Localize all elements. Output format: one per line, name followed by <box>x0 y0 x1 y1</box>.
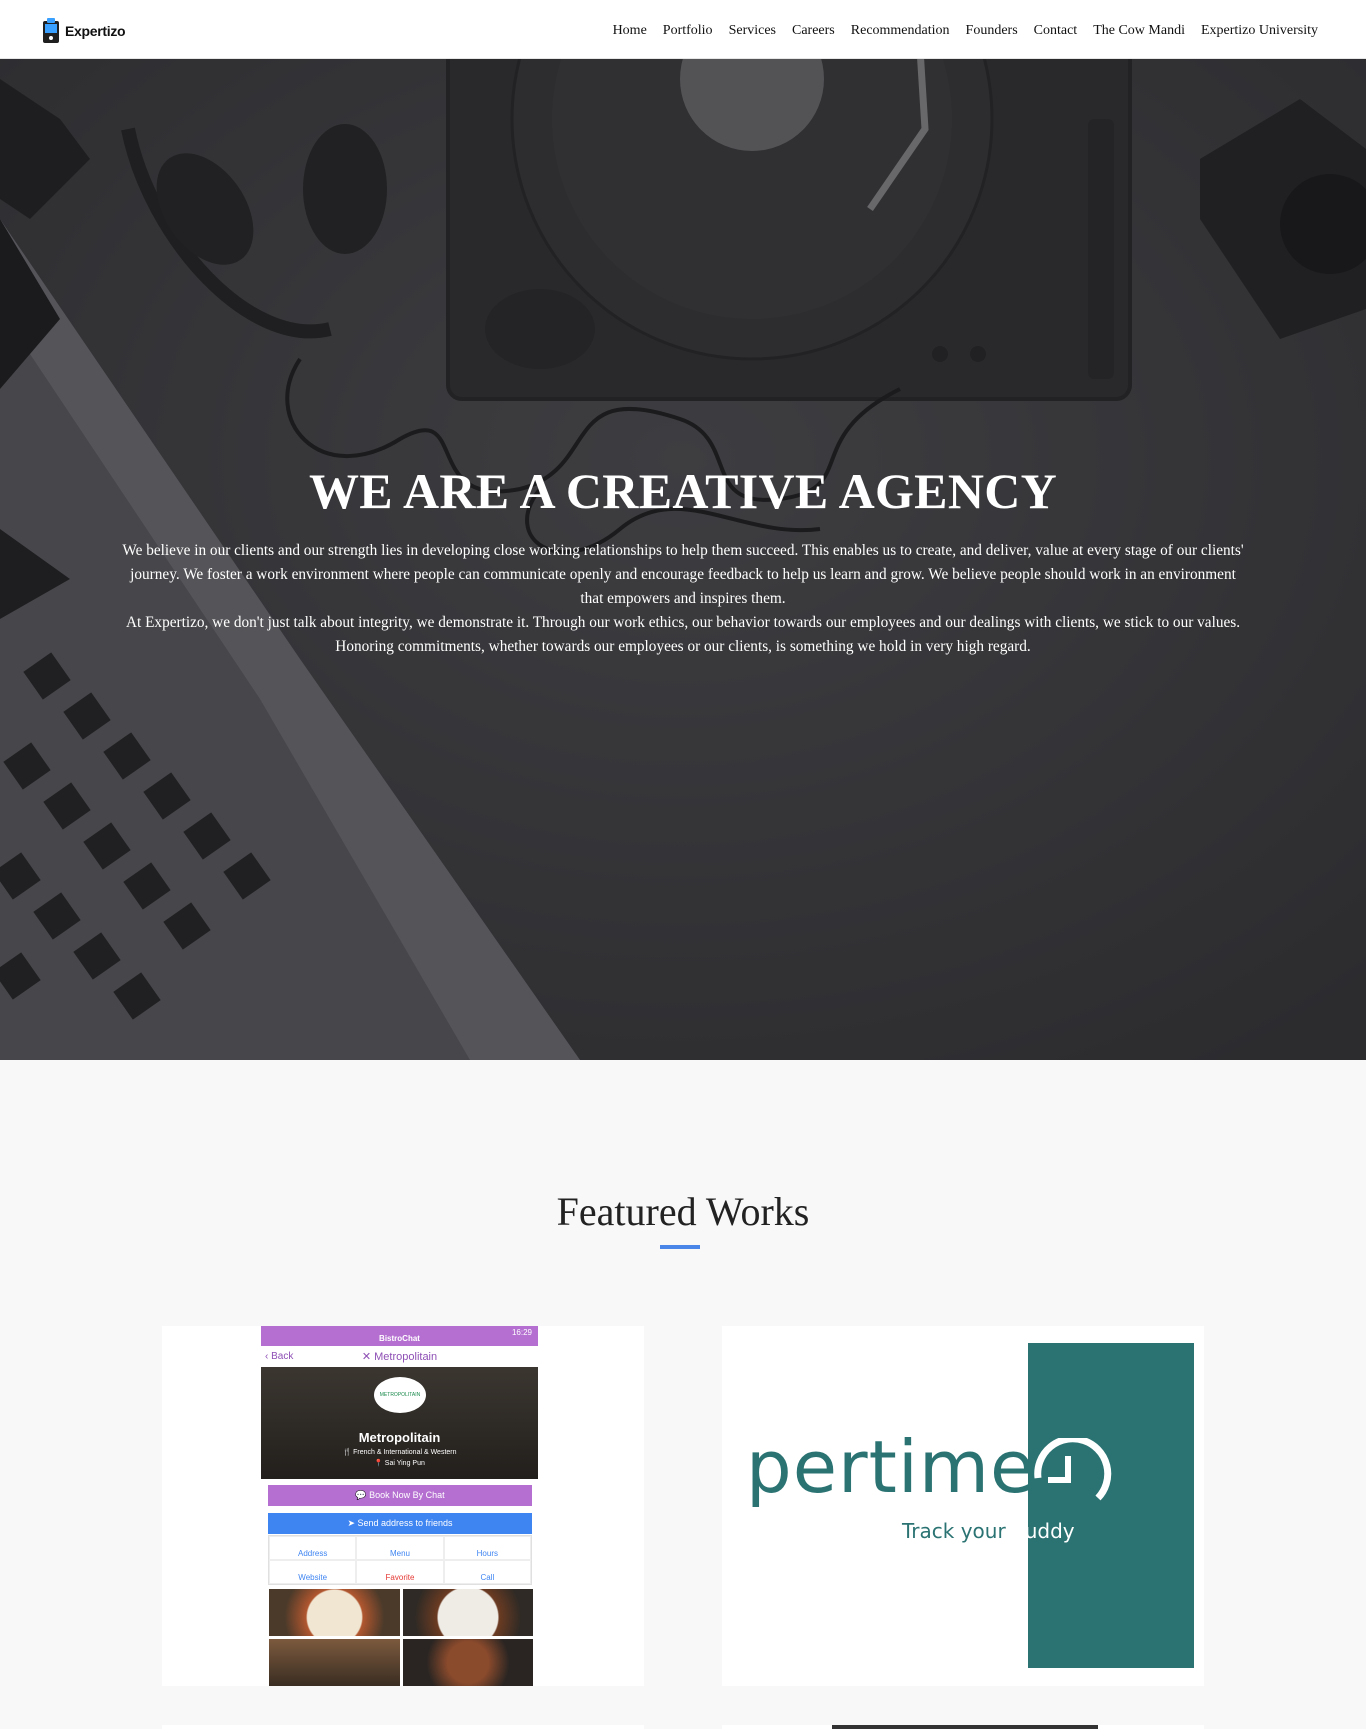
main-nav: Home Portfolio Services Careers Recommen… <box>613 23 1318 39</box>
phone-screen-title: ✕ Metropolitain <box>361 1351 438 1363</box>
pertime-logo-word: pertime <box>746 1425 1036 1509</box>
food-photo <box>402 1639 533 1686</box>
featured-work-pertime[interactable]: pertime Track your buddy <box>722 1326 1204 1686</box>
nav-services[interactable]: Services <box>729 23 776 39</box>
book-button-label: Book Now By Chat <box>369 1490 445 1500</box>
nav-careers[interactable]: Careers <box>792 23 835 39</box>
restaurant-name: Metropolitain <box>358 1430 441 1445</box>
hero-title: WE ARE A CREATIVE AGENCY <box>308 463 1058 519</box>
food-photo <box>269 1589 400 1636</box>
screen-title-text: Metropolitain <box>374 1351 438 1363</box>
hero-paragraph-2: At Expertizo, we don't just talk about i… <box>125 614 1241 655</box>
restaurant-header: METROPOLITAIN Metropolitain 🍴 French & I… <box>261 1367 538 1479</box>
featured-work-bistrochat[interactable]: BistroChat 16:29 ‹ Back ✕ Metropolitain … <box>162 1326 644 1686</box>
pertime-clock-icon <box>1034 1438 1112 1501</box>
hero-paragraph-1: We believe in our clients and our streng… <box>122 542 1244 607</box>
pertime-tagline: Track your buddy <box>902 1519 1075 1543</box>
tagline-part-1: Track your <box>902 1519 1006 1543</box>
title-underline <box>660 1245 700 1249</box>
book-now-button: 💬 Book Now By Chat <box>268 1485 532 1506</box>
nav-founders[interactable]: Founders <box>966 23 1018 39</box>
food-photo-grid <box>269 1589 533 1686</box>
featured-works-title: Featured Works <box>556 1189 810 1234</box>
action-menu: Menu <box>356 1536 444 1560</box>
action-call: Call <box>443 1560 531 1584</box>
tagline-part-2: buddy <box>1005 1519 1075 1543</box>
phone-nav-bar: ‹ Back ✕ Metropolitain <box>261 1346 538 1367</box>
send-button-label: Send address to friends <box>357 1518 453 1528</box>
phone-screenshot: BistroChat 16:29 ‹ Back ✕ Metropolitain … <box>261 1326 538 1686</box>
nav-contact[interactable]: Contact <box>1034 23 1078 39</box>
phone-status-bar: BistroChat 16:29 <box>261 1326 538 1346</box>
restaurant-location: 📍 Sai Ying Pun <box>374 1460 425 1467</box>
action-website: Website <box>269 1560 357 1584</box>
cuisine-text: French & International & Western <box>353 1449 457 1456</box>
hero-section: WE ARE A CREATIVE AGENCY We believe in o… <box>0 59 1366 1060</box>
action-address: Address <box>269 1536 357 1560</box>
expertizo-logo-icon <box>42 18 60 44</box>
action-favorite: Favorite <box>356 1560 444 1584</box>
nav-recommendation[interactable]: Recommendation <box>851 23 950 39</box>
nav-expertizo-university[interactable]: Expertizo University <box>1201 23 1318 39</box>
action-hours: Hours <box>443 1536 531 1560</box>
restaurant-cuisine: 🍴 French & International & Western <box>342 1449 457 1456</box>
brand-logo[interactable]: Expertizo <box>42 18 126 44</box>
nav-home[interactable]: Home <box>613 23 647 39</box>
send-address-button: ➤ Send address to friends <box>268 1513 532 1534</box>
nav-the-cow-mandi[interactable]: The Cow Mandi <box>1093 23 1185 39</box>
hero-description: We believe in our clients and our streng… <box>118 539 1248 659</box>
next-row-card-right <box>722 1725 1204 1729</box>
top-navbar: Expertizo Home Portfolio Services Career… <box>0 0 1366 59</box>
food-photo <box>402 1589 533 1636</box>
action-grid: Address Menu Hours Website Favorite Call <box>268 1535 532 1585</box>
status-time: 16:29 <box>511 1328 532 1337</box>
nav-portfolio[interactable]: Portfolio <box>663 23 713 39</box>
status-app-name: BistroChat <box>379 1334 420 1343</box>
restaurant-logo: METROPOLITAIN <box>374 1377 426 1413</box>
brand-name: Expertizo <box>65 23 126 39</box>
location-text: Sai Ying Pun <box>384 1460 425 1467</box>
next-row-card-left <box>162 1725 644 1729</box>
food-photo <box>269 1639 400 1686</box>
